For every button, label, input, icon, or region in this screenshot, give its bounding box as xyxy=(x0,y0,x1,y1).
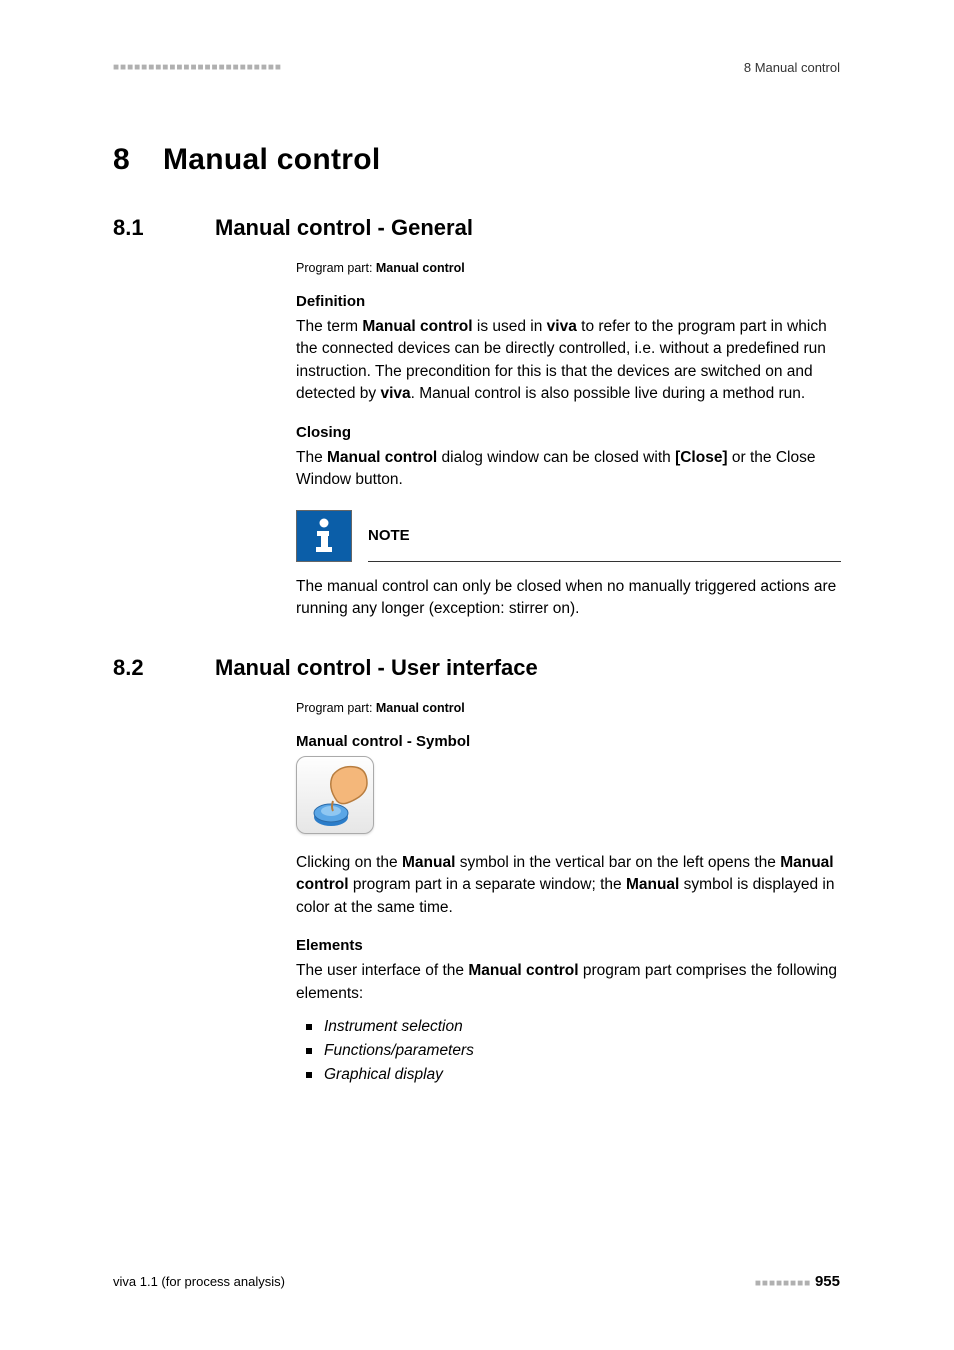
info-icon xyxy=(296,510,352,562)
definition-paragraph: The term Manual control is used in viva … xyxy=(296,316,841,406)
section-8-1-title: 8.1Manual control - General xyxy=(113,215,840,241)
section-8-2-number: 8.2 xyxy=(113,655,215,681)
header-ornament-left: ■■■■■■■■■■■■■■■■■■■■■■■■ xyxy=(113,62,282,73)
chapter-title: 8Manual control xyxy=(113,143,840,177)
program-part-8-2: Program part: Manual control xyxy=(296,701,841,715)
definition-heading: Definition xyxy=(296,293,841,310)
footer-ornament: ■■■■■■■■ xyxy=(755,1278,815,1289)
section-8-2-title: 8.2Manual control - User interface xyxy=(113,655,840,681)
section-8-1-number: 8.1 xyxy=(113,215,215,241)
page-footer: viva 1.1 (for process analysis) ■■■■■■■■… xyxy=(113,1273,840,1290)
section-8-2-title-text: Manual control - User interface xyxy=(215,655,538,680)
note-block: NOTE The manual control can only be clos… xyxy=(296,510,841,621)
section-8-1-title-text: Manual control - General xyxy=(215,215,473,240)
symbol-heading: Manual control - Symbol xyxy=(296,733,841,750)
list-item: Instrument selection xyxy=(324,1015,841,1039)
header-chapter-ref: 8 Manual control xyxy=(744,60,840,75)
list-item: Functions/parameters xyxy=(324,1039,841,1063)
page-header: ■■■■■■■■■■■■■■■■■■■■■■■■ 8 Manual contro… xyxy=(113,60,840,75)
chapter-number: 8 xyxy=(113,143,163,177)
elements-list: Instrument selection Functions/parameter… xyxy=(296,1015,841,1087)
program-part-8-1: Program part: Manual control xyxy=(296,261,841,275)
list-item: Graphical display xyxy=(324,1063,841,1087)
page-number: 955 xyxy=(815,1273,840,1290)
chapter-title-text: Manual control xyxy=(163,143,381,176)
closing-paragraph: The Manual control dialog window can be … xyxy=(296,447,841,492)
elements-paragraph: The user interface of the Manual control… xyxy=(296,960,841,1005)
elements-heading: Elements xyxy=(296,937,841,954)
note-text: The manual control can only be closed wh… xyxy=(296,576,841,621)
symbol-paragraph: Clicking on the Manual symbol in the ver… xyxy=(296,852,841,919)
closing-heading: Closing xyxy=(296,424,841,441)
manual-symbol-icon xyxy=(296,756,374,834)
footer-left: viva 1.1 (for process analysis) xyxy=(113,1274,285,1289)
note-title: NOTE xyxy=(368,527,410,544)
